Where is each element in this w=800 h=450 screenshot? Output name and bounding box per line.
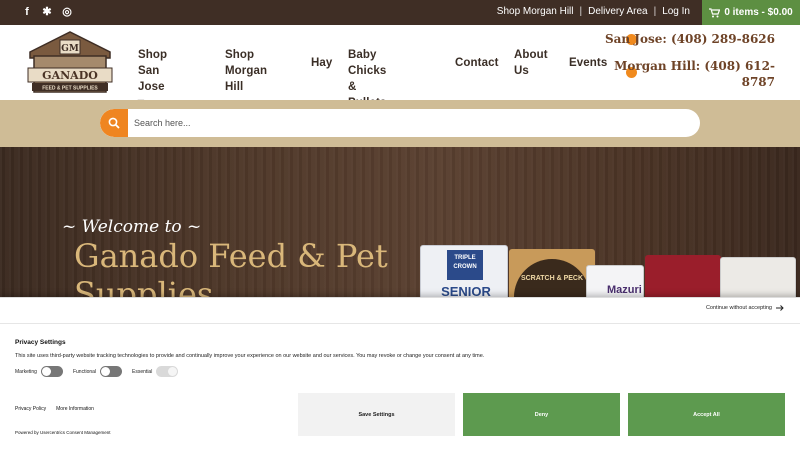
- cart-summary: 0 items - $0.00: [724, 7, 793, 18]
- cart-button[interactable]: 0 items - $0.00: [702, 0, 800, 25]
- accept-all-button[interactable]: Accept All: [628, 393, 785, 436]
- nav-label: About: [514, 49, 548, 61]
- top-bar: f ✱ ◎ Shop Morgan Hill | Delivery Area |…: [0, 0, 800, 25]
- consent-banner: Continue without accepting Privacy Setti…: [0, 297, 800, 450]
- functional-toggle[interactable]: [100, 366, 123, 377]
- phone-san-jose[interactable]: San Jose: (408) 289-8626: [605, 31, 775, 47]
- toggle-label-essential: Essential: [132, 368, 153, 375]
- login-link[interactable]: Log In: [662, 6, 690, 17]
- phone-morgan-hill[interactable]: Morgan Hill: (408) 612-: [605, 58, 775, 74]
- shop-morgan-hill-link[interactable]: Shop Morgan Hill: [497, 6, 574, 17]
- consent-links: Privacy Policy More Information: [15, 406, 94, 412]
- more-information-link[interactable]: More Information: [56, 406, 94, 412]
- nav-label: Events: [569, 57, 608, 69]
- logo-subtitle: FEED & PET SUPPLIES: [42, 86, 98, 92]
- marketing-toggle[interactable]: [40, 366, 63, 377]
- phone-morgan-hill-cont[interactable]: 8787: [605, 74, 775, 90]
- nav-label: Contact: [455, 57, 499, 69]
- nav-hay[interactable]: Hay: [311, 55, 332, 71]
- save-settings-button[interactable]: Save Settings: [298, 393, 455, 436]
- yelp-icon[interactable]: ✱: [42, 5, 52, 19]
- nav-about-us[interactable]: About Us: [514, 47, 548, 79]
- consent-divider: [0, 323, 800, 324]
- product-bag-senior: TRIPLE CROWN SENIOR: [420, 245, 508, 305]
- powered-by: Powered by Usercentrics Consent Manageme…: [15, 430, 111, 435]
- continue-label: Continue without accepting: [705, 305, 772, 311]
- consent-text: This site uses third-party website track…: [15, 353, 485, 359]
- nav-label: Shop San: [138, 49, 168, 77]
- search-input[interactable]: [134, 109, 694, 137]
- essential-toggle: [156, 366, 179, 377]
- consent-toggles: Marketing Functional Essential: [15, 366, 188, 377]
- search-icon: [108, 117, 120, 129]
- instagram-icon[interactable]: ◎: [62, 5, 72, 19]
- ganado-logo[interactable]: GM GANADO FEED & PET SUPPLIES: [24, 30, 116, 93]
- bag-brand: SCRATCH & PECK: [514, 259, 590, 299]
- delivery-area-link[interactable]: Delivery Area: [588, 6, 647, 17]
- toggle-label-marketing: Marketing: [15, 368, 37, 375]
- nav-label: Shop Morgan: [225, 49, 268, 77]
- cart-icon: [709, 7, 721, 17]
- search-box: [100, 109, 700, 137]
- facebook-icon[interactable]: f: [22, 5, 32, 19]
- bag-brand: Mazuri: [607, 284, 642, 296]
- search-button[interactable]: [100, 109, 128, 137]
- toggle-label-functional: Functional: [72, 368, 97, 375]
- nav-events[interactable]: Events: [569, 55, 607, 71]
- social-links: f ✱ ◎: [22, 5, 72, 19]
- logo-mark: GM: [61, 44, 79, 54]
- divider: |: [579, 6, 583, 17]
- privacy-policy-link[interactable]: Privacy Policy: [15, 406, 46, 412]
- divider: |: [653, 6, 657, 17]
- site-header: GM GANADO FEED & PET SUPPLIES Shop San J…: [0, 25, 800, 109]
- nav-label: Hay: [311, 57, 333, 69]
- phone-numbers: San Jose: (408) 289-8626 Morgan Hill: (4…: [605, 31, 775, 90]
- deny-button[interactable]: Deny: [463, 393, 620, 436]
- logo-name: GANADO: [42, 69, 98, 82]
- consent-title: Privacy Settings: [15, 339, 66, 346]
- nav-shop-morgan-hill[interactable]: Shop Morgan Hill: [225, 47, 267, 95]
- nav-contact[interactable]: Contact: [455, 55, 499, 71]
- nav-label: Us: [514, 65, 529, 77]
- nav-label: Baby Chicks &: [348, 49, 387, 93]
- search-band: [0, 100, 800, 147]
- top-links: Shop Morgan Hill | Delivery Area | Log I…: [497, 6, 690, 17]
- hero-welcome: ~ Welcome to ~: [62, 217, 202, 237]
- continue-without-accepting[interactable]: Continue without accepting: [706, 305, 784, 311]
- hero-banner: ~ Welcome to ~ Ganado Feed & Pet Supplie…: [0, 147, 800, 313]
- bag-brand: TRIPLE CROWN: [447, 250, 483, 280]
- barn-logo-icon: GM GANADO FEED & PET SUPPLIES: [27, 31, 113, 93]
- nav-label: Hill: [225, 81, 244, 93]
- arrow-right-icon: [776, 305, 784, 311]
